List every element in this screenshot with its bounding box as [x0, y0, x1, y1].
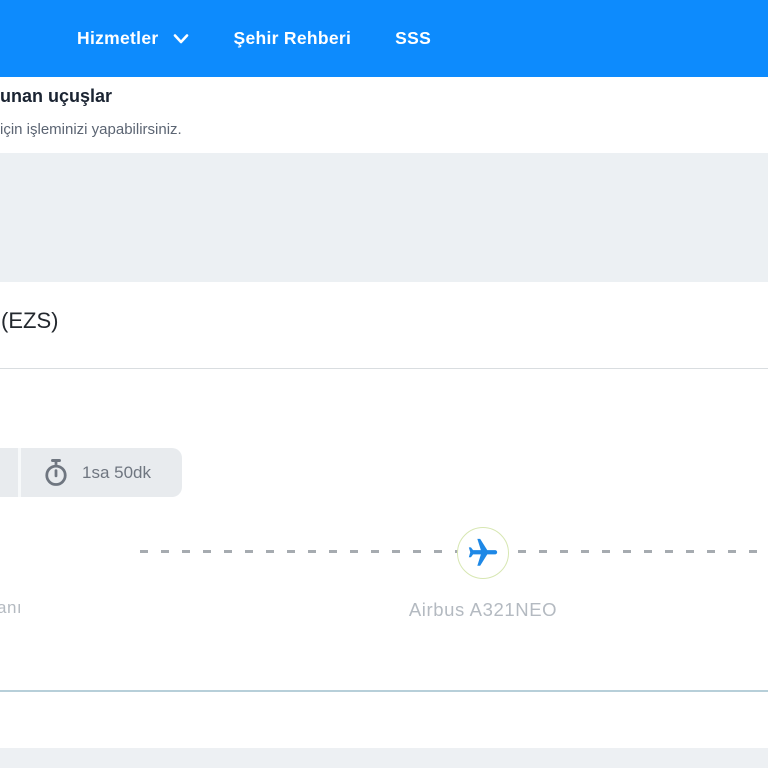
- badge-separator: [18, 448, 21, 497]
- plane-circle: [457, 527, 509, 579]
- nav-item-sss-label: SSS: [395, 28, 432, 48]
- nav-item-hizmetler-label: Hizmetler: [77, 28, 159, 48]
- nav-item-sss[interactable]: SSS: [395, 28, 431, 49]
- route-divider: [0, 368, 768, 369]
- flight-path-dashed-line: [140, 550, 768, 553]
- bottom-gray-strip: [0, 748, 768, 768]
- nav-item-sehir-rehberi-label: Şehir Rehberi: [233, 28, 352, 48]
- card-bottom-edge: [0, 690, 768, 692]
- origin-airport-label: anı: [0, 598, 23, 617]
- top-navigation-bar: Hizmetler Şehir Rehberi SSS: [0, 0, 768, 77]
- duration-badge: 1sa 50dk: [0, 448, 182, 497]
- duration-text: 1sa 50dk: [82, 462, 151, 482]
- nav-item-hizmetler[interactable]: Hizmetler: [77, 28, 189, 49]
- nav-item-sehir-rehberi[interactable]: Şehir Rehberi: [233, 28, 351, 49]
- results-title: unan uçuşlar: [0, 86, 113, 106]
- airplane-icon: [468, 538, 498, 566]
- aircraft-type-label: Airbus A321NEO: [408, 599, 558, 620]
- results-subtitle: için işleminizi yapabilirsiniz.: [0, 121, 182, 138]
- airport-code: (EZS): [1, 308, 59, 333]
- search-widget-band: [0, 153, 768, 282]
- nav-menu: Hizmetler Şehir Rehberi SSS: [0, 28, 431, 49]
- chevron-down-icon: [173, 33, 189, 45]
- stopwatch-icon: [42, 458, 70, 488]
- flight-results-page: Hizmetler Şehir Rehberi SSS unan uçuşlar…: [0, 0, 768, 768]
